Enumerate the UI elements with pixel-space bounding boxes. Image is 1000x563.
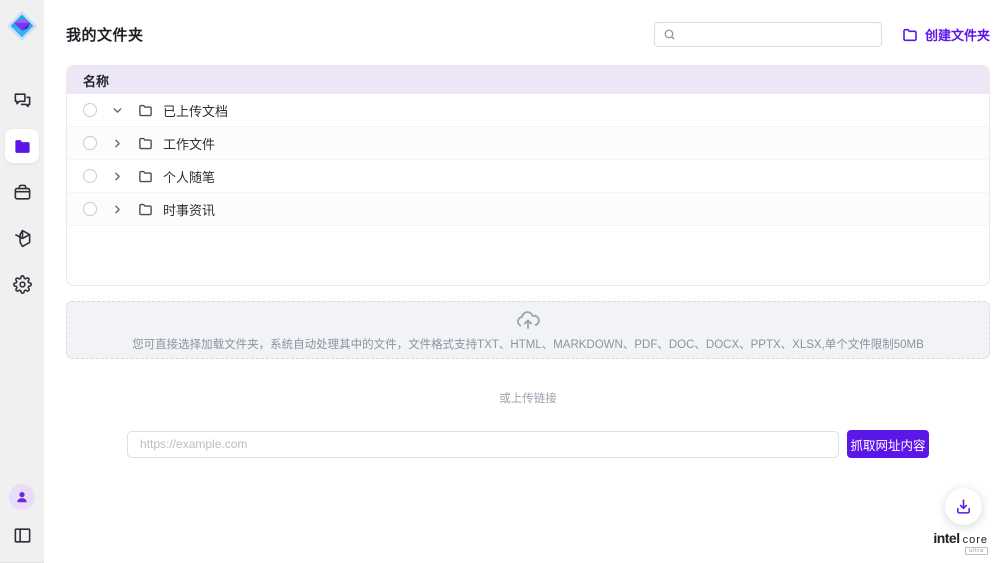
user-avatar[interactable] xyxy=(9,484,35,510)
sidebar-item-folders[interactable] xyxy=(5,129,39,163)
folder-row[interactable]: 工作文件 xyxy=(67,127,989,160)
sidebar-item-models[interactable] xyxy=(5,221,39,255)
cube-icon xyxy=(13,229,32,248)
search-input[interactable] xyxy=(682,28,873,42)
sidebar-item-workspace[interactable] xyxy=(5,175,39,209)
folder-plus-icon xyxy=(902,27,918,43)
create-folder-label: 创建文件夹 xyxy=(925,25,990,44)
folder-icon xyxy=(138,202,153,217)
link-upload-row: 抓取网址内容 xyxy=(66,430,990,458)
row-checkbox[interactable] xyxy=(83,202,97,216)
folder-row-list: 已上传文档工作文件个人随笔时事资讯 xyxy=(67,94,989,226)
row-checkbox[interactable] xyxy=(83,136,97,150)
folder-row[interactable]: 时事资讯 xyxy=(67,193,989,226)
download-icon xyxy=(955,498,972,515)
user-icon xyxy=(15,490,29,504)
folder-name: 工作文件 xyxy=(163,134,215,153)
layout-toggle-icon[interactable] xyxy=(11,524,33,546)
sidebar-item-chat[interactable] xyxy=(5,83,39,117)
or-upload-link-label: 或上传链接 xyxy=(66,390,990,406)
fetch-url-button[interactable]: 抓取网址内容 xyxy=(847,430,929,458)
main-content: 我的文件夹 创建文件夹 名称 已上传文档工作文件个人随笔时事资讯 xyxy=(44,0,1000,563)
app-logo xyxy=(5,9,39,43)
page-title: 我的文件夹 xyxy=(66,24,144,45)
table-header: 名称 xyxy=(67,66,989,94)
column-name-header: 名称 xyxy=(83,71,109,90)
url-input[interactable] xyxy=(127,431,839,458)
chevron-right-icon[interactable] xyxy=(111,137,124,150)
folder-row[interactable]: 已上传文档 xyxy=(67,94,989,127)
folder-icon xyxy=(13,137,32,156)
chat-icon xyxy=(13,91,32,110)
briefcase-icon xyxy=(13,183,32,202)
folder-icon xyxy=(138,169,153,184)
upload-dropzone[interactable]: 您可直接选择加载文件夹，系统自动处理其中的文件，文件格式支持TXT、HTML、M… xyxy=(66,301,990,359)
intel-core-logo: intel core ultra xyxy=(933,530,988,555)
chevron-right-icon[interactable] xyxy=(111,170,124,183)
gear-icon xyxy=(13,275,32,294)
intel-text: intel xyxy=(933,530,959,546)
sidebar-item-settings[interactable] xyxy=(5,267,39,301)
row-checkbox[interactable] xyxy=(83,103,97,117)
folder-table: 名称 已上传文档工作文件个人随笔时事资讯 xyxy=(66,65,990,286)
search-box[interactable] xyxy=(654,22,882,47)
ultra-badge: ultra xyxy=(965,547,988,555)
sidebar xyxy=(0,0,44,563)
folder-icon xyxy=(138,103,153,118)
folder-icon xyxy=(138,136,153,151)
create-folder-button[interactable]: 创建文件夹 xyxy=(902,25,990,44)
search-icon xyxy=(663,28,676,41)
core-text: core xyxy=(963,534,988,546)
page-header: 我的文件夹 创建文件夹 xyxy=(66,21,990,48)
folder-name: 个人随笔 xyxy=(163,167,215,186)
download-fab-button[interactable] xyxy=(945,488,982,525)
upload-hint-text: 您可直接选择加载文件夹，系统自动处理其中的文件，文件格式支持TXT、HTML、M… xyxy=(132,336,924,352)
cloud-upload-icon xyxy=(516,309,540,333)
folder-name: 时事资讯 xyxy=(163,200,215,219)
chevron-right-icon[interactable] xyxy=(111,203,124,216)
folder-name: 已上传文档 xyxy=(163,101,228,120)
folder-row[interactable]: 个人随笔 xyxy=(67,160,989,193)
row-checkbox[interactable] xyxy=(83,169,97,183)
chevron-down-icon[interactable] xyxy=(111,104,124,117)
